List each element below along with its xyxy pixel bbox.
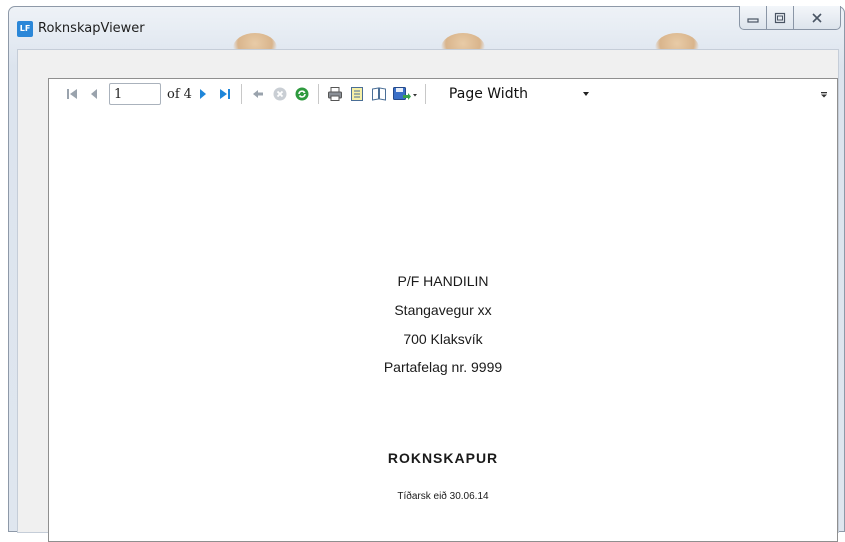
app-logo-icon: LF	[17, 21, 33, 37]
stop-icon[interactable]	[270, 83, 290, 105]
close-icon	[812, 12, 822, 23]
minimize-button[interactable]	[739, 6, 767, 30]
company-street: Stangavegur xx	[394, 302, 492, 318]
window-title: RoknskapViewer	[38, 21, 145, 36]
previous-page-icon[interactable]	[84, 83, 104, 105]
company-city: 700 Klaksvík	[403, 331, 483, 347]
next-page-icon[interactable]	[193, 83, 213, 105]
zoom-select[interactable]: Page Width	[441, 83, 591, 105]
title-bar[interactable]: LF RoknskapViewer	[9, 6, 844, 63]
overflow-icon[interactable]	[819, 88, 829, 103]
report-heading: ROKNSKAPUR	[387, 450, 499, 466]
of-label: of	[167, 86, 180, 102]
toolbar-separator	[240, 84, 242, 104]
last-page-icon[interactable]	[215, 83, 235, 105]
minimize-icon	[747, 17, 759, 23]
report-page: P/F HANDILIN Stangavegur xx 700 Klaksvík…	[49, 109, 837, 541]
first-page-icon[interactable]	[62, 83, 82, 105]
page-number-input[interactable]	[109, 83, 161, 105]
print-layout-icon[interactable]	[347, 83, 367, 105]
app-window: LF RoknskapViewer 1 of 4 Page Width P/F …	[8, 6, 845, 542]
viewer-toolbar: of 4	[49, 79, 837, 109]
window-controls	[739, 6, 841, 30]
close-button[interactable]	[794, 6, 841, 30]
print-icon[interactable]	[325, 83, 345, 105]
company-name: P/F HANDILIN	[397, 273, 489, 289]
maximize-button[interactable]	[767, 6, 794, 30]
refresh-icon[interactable]	[292, 83, 312, 105]
report-period: Tíðarsk eið 30.06.14	[397, 491, 489, 502]
export-icon[interactable]	[391, 83, 419, 105]
zoom-value: Page Width	[448, 86, 528, 102]
client-area: of 4	[17, 49, 839, 542]
toolbar-separator	[317, 84, 319, 104]
back-icon[interactable]	[248, 83, 268, 105]
page-setup-icon[interactable]	[369, 83, 389, 105]
maximize-icon	[774, 12, 786, 23]
total-pages: 4	[183, 86, 192, 102]
report-viewer: of 4	[48, 78, 838, 542]
toolbar-separator	[424, 84, 426, 104]
company-registration: Partafelag nr. 9999	[383, 359, 503, 375]
chevron-down-icon	[581, 86, 591, 102]
